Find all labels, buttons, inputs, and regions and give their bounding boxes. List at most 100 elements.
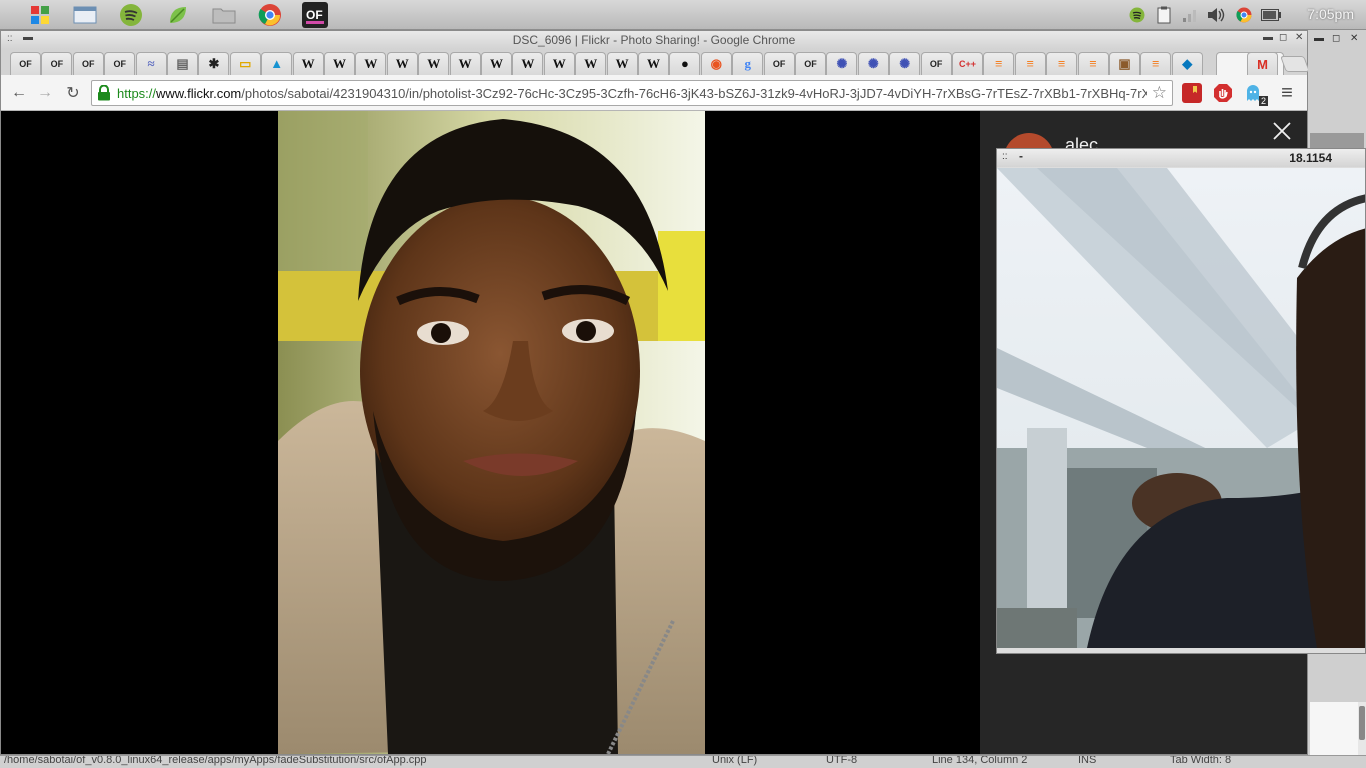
status-tab-width[interactable]: Tab Width: 8 <box>1170 756 1231 766</box>
tab-wiki[interactable]: W <box>606 52 638 75</box>
tab-purple[interactable]: ✺ <box>857 52 889 75</box>
tab-wiki[interactable]: W <box>324 52 355 75</box>
purple-favicon-icon: ✺ <box>899 56 911 71</box>
tab-photo[interactable]: ▣ <box>1109 52 1140 75</box>
lock-icon <box>98 85 110 101</box>
chrome-menu-button[interactable]: ≡ <box>1277 82 1297 104</box>
webcam-minimize-button[interactable]: - <box>1019 149 1023 163</box>
tab-wiki[interactable]: W <box>418 52 450 75</box>
chrome-tray-icon[interactable] <box>1234 5 1254 25</box>
tab-wiki[interactable]: W <box>355 52 387 75</box>
window-titlebar[interactable]: :: ▬ DSC_6096 | Flickr - Photo Sharing! … <box>1 31 1307 49</box>
tab-wiki[interactable]: W <box>575 52 607 75</box>
tab-stack[interactable]: ≡ <box>1046 52 1078 75</box>
stack-favicon-icon: ≡ <box>1057 56 1066 71</box>
webcam-feed <box>997 168 1365 648</box>
portrait-image <box>278 111 705 754</box>
status-insert-mode[interactable]: INS <box>1078 756 1096 766</box>
ghostery-icon[interactable]: 2 <box>1244 83 1268 106</box>
tab-of[interactable]: OF <box>104 52 136 75</box>
tab-wiki[interactable]: W <box>638 52 669 75</box>
stack-favicon-icon: ≡ <box>1089 56 1097 71</box>
tab-stack[interactable]: ≡ <box>1140 52 1172 75</box>
bg-maximize-icon[interactable]: ◻ <box>1332 33 1340 44</box>
editor-statusbar: /home/sabotai/of_v0.8.0_linux64_release/… <box>0 755 1366 768</box>
of-favicon-icon: OF <box>113 59 126 69</box>
wiki-favicon-icon: W <box>395 56 409 71</box>
wiki-favicon-icon: W <box>490 56 503 71</box>
tab-wiki[interactable]: W <box>543 52 575 75</box>
adblock-icon[interactable] <box>1213 83 1233 103</box>
ghostery-badge: 2 <box>1258 96 1268 106</box>
maximize-icon[interactable]: ◻ <box>1279 32 1287 43</box>
chrome-icon[interactable] <box>257 2 283 28</box>
tab-stack[interactable]: ≡ <box>983 52 1015 75</box>
ubuntu-favicon-icon: ◉ <box>710 56 722 71</box>
files-window-icon[interactable] <box>72 2 98 28</box>
webcam-image <box>997 168 1365 648</box>
tab-doc[interactable]: ▤ <box>167 52 198 75</box>
bookmark-ext-icon[interactable] <box>1182 83 1202 103</box>
tab-stack[interactable]: ≡ <box>1077 52 1109 75</box>
tab-wave[interactable]: ≈ <box>135 52 167 75</box>
tab-slides[interactable]: ▭ <box>229 52 261 75</box>
close-window-icon[interactable]: ✕ <box>1295 32 1303 43</box>
tab-of[interactable]: OF <box>10 52 41 75</box>
webcam-grip-icon[interactable]: :: <box>1002 151 1008 162</box>
tab-drupal[interactable]: ◆ <box>1171 52 1203 75</box>
clipboard-icon[interactable] <box>1154 5 1174 25</box>
reload-button[interactable]: ↻ <box>63 83 83 103</box>
folder-icon[interactable] <box>211 2 237 28</box>
apps-menu-icon[interactable] <box>27 2 53 28</box>
address-bar[interactable]: https://www.flickr.com/photos/sabotai/42… <box>91 80 1173 106</box>
tab-ubuntu[interactable]: ◉ <box>700 52 732 75</box>
bg-minimize-icon[interactable]: ▬ <box>1314 33 1324 44</box>
tab-github[interactable]: ● <box>669 52 701 75</box>
new-tab-button[interactable] <box>1280 56 1310 72</box>
wiki-favicon-icon: W <box>333 56 346 71</box>
volume-icon[interactable] <box>1206 5 1226 25</box>
minimize-icon[interactable]: ▬ <box>1263 32 1273 43</box>
tab-wiki[interactable]: W <box>512 52 544 75</box>
tab-purple[interactable]: ✺ <box>889 52 921 75</box>
tab-purple[interactable]: ✺ <box>826 52 858 75</box>
tab-arch[interactable]: ▲ <box>261 52 293 75</box>
tab-wiki[interactable]: W <box>481 52 512 75</box>
of-favicon-icon: OF <box>82 59 95 69</box>
url-text[interactable]: https://www.flickr.com/photos/sabotai/42… <box>117 86 1147 101</box>
webcam-titlebar[interactable]: :: - 18.1154 <box>997 149 1365 167</box>
tab-wiki[interactable]: W <box>292 52 324 75</box>
bookmark-star-icon[interactable]: ☆ <box>1152 83 1167 103</box>
status-encoding[interactable]: UTF-8 <box>826 756 857 766</box>
of-favicon-icon: OF <box>50 59 64 69</box>
doc-favicon-icon: ▤ <box>176 56 189 71</box>
tab-gmail[interactable]: M <box>1247 52 1278 75</box>
back-button[interactable]: ← <box>9 83 29 103</box>
tab-of[interactable]: OF <box>41 52 73 75</box>
tab-of[interactable]: OF <box>795 52 826 75</box>
battery-icon[interactable] <box>1260 5 1282 25</box>
spotify-icon[interactable] <box>118 2 144 28</box>
gmail-icon: M <box>1257 56 1268 72</box>
tab-of[interactable]: OF <box>920 52 952 75</box>
close-lightbox-icon[interactable] <box>1270 119 1294 143</box>
of-app-icon[interactable]: OF <box>302 2 328 28</box>
signal-icon[interactable] <box>1180 5 1200 25</box>
tab-stack[interactable]: ≡ <box>1014 52 1046 75</box>
clock[interactable]: 7:05pm <box>1307 6 1354 22</box>
tab-of[interactable]: OF <box>763 52 795 75</box>
bg-close-icon[interactable]: ✕ <box>1350 33 1358 44</box>
leaf-app-icon[interactable] <box>165 2 191 28</box>
forward-button[interactable]: → <box>35 83 55 103</box>
tab-cpp[interactable]: C++ <box>952 52 983 75</box>
tab-gnome[interactable]: ✱ <box>198 52 230 75</box>
bg-scroll-thumb[interactable] <box>1359 706 1365 740</box>
tab-of[interactable]: OF <box>72 52 104 75</box>
status-line-ending[interactable]: Unix (LF) <box>712 756 757 766</box>
tab-google[interactable]: g <box>732 52 764 75</box>
tab-wiki[interactable]: W <box>386 52 418 75</box>
tab-wiki[interactable]: W <box>449 52 481 75</box>
window-title: DSC_6096 | Flickr - Photo Sharing! - Goo… <box>512 33 796 47</box>
spotify-tray-icon[interactable] <box>1127 5 1147 25</box>
flickr-photo[interactable] <box>278 111 705 754</box>
